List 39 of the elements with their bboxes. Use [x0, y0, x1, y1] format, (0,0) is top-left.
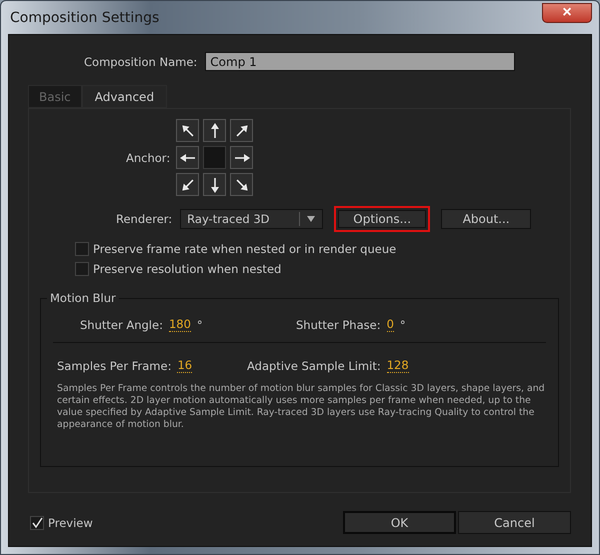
option-label: Preserve resolution when nested: [93, 262, 282, 276]
window-title: Composition Settings: [9, 10, 160, 26]
anchor-button[interactable]: [230, 173, 254, 196]
composition-name-label: Composition Name:: [84, 54, 198, 68]
scrub-value[interactable]: 180: [168, 317, 191, 332]
checkbox[interactable]: [30, 516, 44, 530]
field-label: Adaptive Sample Limit:: [247, 358, 381, 372]
anchor-button[interactable]: [176, 119, 200, 142]
close-button[interactable]: ×: [542, 2, 592, 22]
anchor-label: Anchor:: [126, 150, 170, 164]
anchor-button[interactable]: [203, 173, 226, 196]
scrub-value[interactable]: 16: [177, 358, 192, 373]
anchor-button[interactable]: [203, 119, 226, 142]
renderer-button[interactable]: Options...: [334, 206, 430, 232]
dropdown-arrow-icon: [306, 215, 316, 223]
renderer-button[interactable]: About...: [441, 209, 532, 229]
unit-label: °: [400, 318, 406, 332]
group-title: Motion Blur: [47, 291, 119, 305]
field-label: Shutter Phase:: [296, 318, 381, 332]
renderer-dropdown[interactable]: Ray-traced 3D: [180, 209, 324, 229]
tab[interactable]: Advanced: [82, 85, 168, 108]
scrub-value[interactable]: 0: [386, 317, 394, 332]
preview-label: Preview: [48, 516, 93, 530]
checkbox[interactable]: [75, 242, 89, 256]
description-text: Samples Per Frame controls the number of motion blur samples for Classic 3D layers, shape layers, and certain effects. 2D layer motion automatically uses more samples per frame when needed, up to the value specified by Adaptive Sample Limit. Ray-traced 3D layers use Ray-tracing Quality to control the appearance of motion blur.: [57, 383, 546, 431]
field-label: Shutter Angle:: [80, 318, 163, 332]
anchor-button[interactable]: [176, 173, 200, 196]
renderer-label: Renderer:: [116, 212, 172, 226]
anchor-button[interactable]: [176, 146, 200, 169]
dialog-button[interactable]: OK: [343, 511, 456, 534]
checkbox[interactable]: [75, 262, 89, 276]
unit-label: °: [196, 318, 203, 332]
dialog-button[interactable]: Cancel: [458, 511, 571, 534]
option-label: Preserve frame rate when nested or in render queue: [93, 242, 396, 256]
anchor-button[interactable]: [230, 146, 254, 169]
scrub-value[interactable]: 128: [386, 358, 409, 373]
anchor-button[interactable]: [230, 119, 254, 142]
composition-name-field[interactable]: Comp 1: [205, 52, 516, 71]
field-label: Samples Per Frame:: [57, 358, 172, 372]
